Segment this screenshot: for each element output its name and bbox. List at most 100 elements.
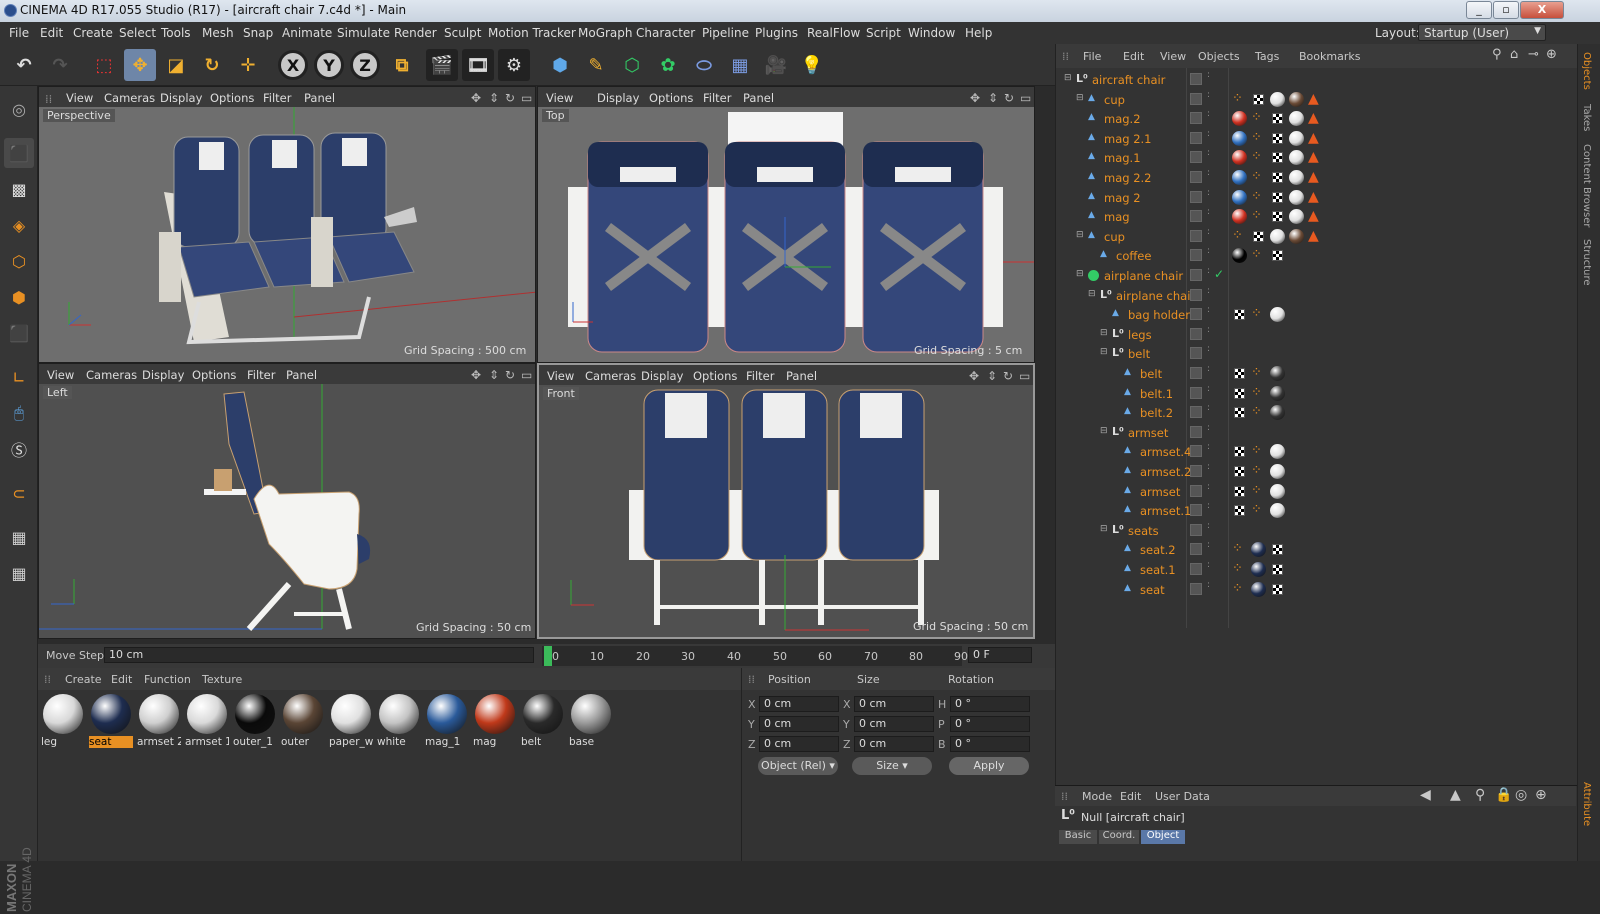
z-axis-lock-button[interactable]: Z (350, 50, 380, 80)
object-name[interactable]: cup (1104, 230, 1125, 244)
solo-mode-icon[interactable]: Ⓢ (4, 434, 34, 464)
vp-display[interactable]: Display (160, 91, 202, 105)
maximize-view-icon[interactable]: ▭ (521, 91, 532, 105)
menu-render[interactable]: Render (394, 26, 437, 40)
object-name[interactable]: armset (1128, 426, 1168, 440)
object-name[interactable]: belt (1128, 347, 1150, 361)
layer-visibility-icon[interactable] (1190, 210, 1202, 223)
tab-coord[interactable]: Coord. (1099, 830, 1139, 844)
object-row[interactable]: ▲ mag.2: ⁘ ▲ (1056, 109, 1576, 129)
maximize-view-icon[interactable]: ▭ (521, 368, 532, 382)
menu-window[interactable]: Window (908, 26, 955, 40)
apply-button[interactable]: Apply (949, 757, 1029, 775)
search-icon[interactable]: ⚲ (1492, 47, 1502, 62)
object-row[interactable]: ⊟ L⁰ legs: (1056, 325, 1576, 345)
size-x-field[interactable]: 0 cm (854, 696, 934, 712)
layer-visibility-icon[interactable] (1190, 523, 1202, 536)
warning-tag-icon[interactable]: ▲ (1308, 91, 1319, 107)
side-tab-attribute[interactable]: Attribute (1581, 782, 1592, 826)
search-icon[interactable]: ⚲ (1475, 787, 1485, 803)
texture-tag-icon[interactable] (1272, 544, 1283, 556)
layer-visibility-icon[interactable] (1190, 73, 1202, 85)
render-visibility-dots-icon[interactable]: : (1207, 188, 1210, 197)
material-swatch[interactable]: mag_1 (425, 692, 469, 752)
side-tab-takes[interactable]: Takes (1581, 104, 1592, 131)
pen-spline-icon[interactable]: ✎ (580, 49, 612, 81)
render-settings-icon[interactable]: ⚙ (498, 49, 530, 81)
layer-visibility-icon[interactable] (1190, 582, 1202, 595)
texture-tag-icon[interactable] (1272, 132, 1283, 144)
attr-menu-edit[interactable]: Edit (1120, 790, 1141, 803)
material-tag-icon[interactable] (1251, 542, 1266, 558)
menu-simulate[interactable]: Simulate (337, 26, 390, 40)
object-name[interactable]: belt.2 (1140, 406, 1173, 420)
side-tab-structure[interactable]: Structure (1581, 239, 1592, 286)
dolly-icon[interactable]: ⇕ (987, 369, 997, 383)
object-name[interactable]: airplane chair (1116, 289, 1195, 303)
material-tag-icon[interactable] (1289, 130, 1304, 146)
workplane-mode-icon[interactable]: ◈ (4, 210, 34, 240)
render-visibility-dots-icon[interactable]: : (1207, 345, 1210, 354)
arrow-left-icon[interactable]: ◀ (1420, 787, 1431, 803)
pos-z-field[interactable]: 0 cm (759, 736, 839, 752)
texture-tag-icon[interactable] (1272, 250, 1283, 262)
material-swatch[interactable]: base (569, 692, 613, 752)
phong-tag-icon[interactable]: ⁘ (1251, 149, 1262, 164)
object-row[interactable]: ▲ bag holder: ⁘ (1056, 305, 1576, 325)
texture-tag-icon[interactable] (1234, 505, 1245, 517)
object-name[interactable]: mag.1 (1104, 151, 1141, 165)
viewport-perspective[interactable]: ⁞⁞ View Cameras Display Options Filter P… (38, 86, 536, 363)
phong-tag-icon[interactable]: ⁘ (1251, 306, 1262, 321)
material-tag-icon[interactable] (1232, 130, 1247, 146)
expand-toggle-icon[interactable]: ⊟ (1064, 73, 1072, 83)
om-menu-file[interactable]: File (1083, 50, 1101, 63)
texture-tag-icon[interactable] (1272, 191, 1283, 203)
object-name[interactable]: legs (1128, 328, 1152, 342)
mat-menu-create[interactable]: Create (65, 673, 102, 686)
vp-display[interactable]: Display (142, 368, 184, 382)
object-row[interactable]: ▲ belt.1: ⁘ (1056, 384, 1576, 404)
layer-visibility-icon[interactable] (1190, 229, 1202, 242)
rot-p-field[interactable]: 0 ° (950, 716, 1030, 732)
camera-icon[interactable]: 🎥 (760, 49, 792, 81)
pan-icon[interactable]: ✥ (471, 368, 481, 382)
render-visibility-dots-icon[interactable]: : (1207, 267, 1210, 276)
attr-menu-userdata[interactable]: User Data (1155, 790, 1210, 803)
warning-tag-icon[interactable]: ▲ (1308, 169, 1319, 185)
texture-tag-icon[interactable] (1234, 407, 1245, 419)
material-tag-icon[interactable] (1270, 366, 1285, 381)
orbit-icon[interactable]: ↻ (1004, 91, 1014, 105)
timeline-ruler[interactable]: 0 10 20 30 40 50 60 70 80 90 (542, 646, 968, 666)
object-row[interactable]: ▲ armset.1: ⁘ (1056, 501, 1576, 521)
material-swatch[interactable]: paper_w (329, 692, 373, 752)
rotate-tool-icon[interactable]: ↻ (196, 49, 228, 81)
object-name[interactable]: seats (1128, 524, 1159, 538)
phong-tag-icon[interactable]: ⁘ (1251, 130, 1262, 145)
object-name[interactable]: mag 2.2 (1104, 171, 1152, 185)
menu-sculpt[interactable]: Sculpt (444, 26, 481, 40)
object-name[interactable]: mag (1104, 210, 1130, 224)
menu-animate[interactable]: Animate (282, 26, 332, 40)
layer-visibility-icon[interactable] (1190, 484, 1202, 497)
material-tag-icon[interactable] (1270, 483, 1285, 499)
texture-tag-icon[interactable] (1272, 564, 1283, 575)
object-row[interactable]: ▲ seat.1: ⁘ (1056, 560, 1576, 580)
deformer-icon[interactable]: ⬭ (688, 49, 720, 81)
vp-panel[interactable]: Panel (286, 368, 317, 382)
vp-panel[interactable]: Panel (743, 91, 774, 105)
object-row[interactable]: ⊟ ▲ cup: ⁘ ▲ (1056, 90, 1576, 110)
material-tag-icon[interactable] (1270, 307, 1285, 323)
object-row[interactable]: ▲ armset: ⁘ (1056, 482, 1576, 502)
enabled-check-icon[interactable]: ✓ (1214, 267, 1224, 281)
phong-tag-icon[interactable]: ⁘ (1251, 502, 1262, 517)
phong-tag-icon[interactable]: ⁘ (1251, 247, 1262, 262)
rot-b-field[interactable]: 0 ° (950, 736, 1030, 752)
expand-toggle-icon[interactable]: ⊟ (1076, 230, 1084, 240)
vp-options[interactable]: Options (693, 369, 737, 383)
vp-view[interactable]: View (66, 91, 93, 105)
material-tag-icon[interactable] (1289, 111, 1304, 127)
maximize-view-icon[interactable]: ▭ (1019, 369, 1030, 383)
vp-view[interactable]: View (547, 369, 574, 383)
object-name[interactable]: armset (1140, 485, 1180, 499)
object-name[interactable]: seat (1140, 583, 1165, 597)
